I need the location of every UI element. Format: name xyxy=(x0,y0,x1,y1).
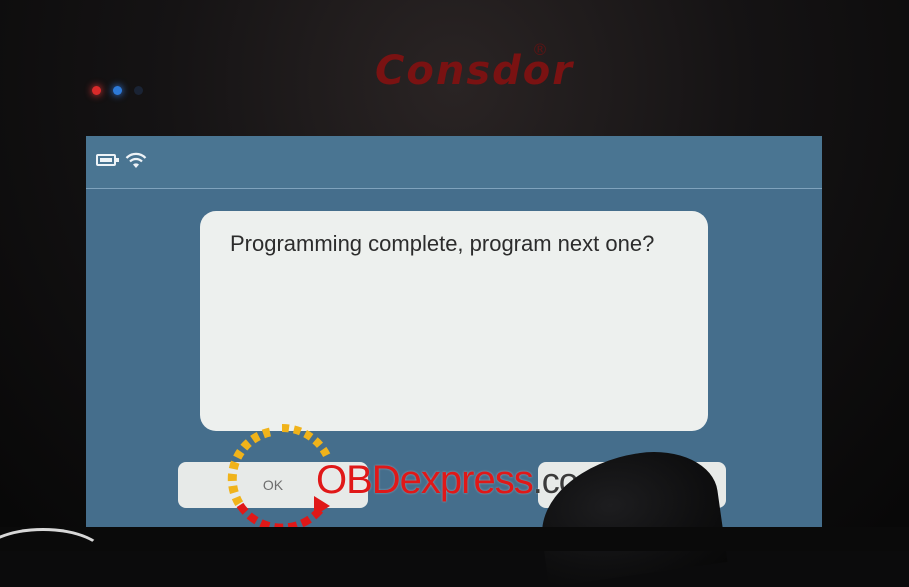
dialog-message: Programming complete, program next one? xyxy=(230,231,655,256)
battery-icon xyxy=(96,154,119,166)
confirm-dialog: Programming complete, program next one? xyxy=(200,211,708,431)
device-bottom-edge xyxy=(0,527,909,551)
wifi-icon xyxy=(125,152,147,168)
registered-mark: ® xyxy=(532,40,548,59)
device-frame: Consdor ® Programming complete, program … xyxy=(0,0,909,587)
watermark-brand: OBDexpress xyxy=(316,458,534,502)
status-led xyxy=(113,86,122,95)
brand-logo: Consdor xyxy=(375,48,574,94)
power-led xyxy=(92,86,101,95)
status-bar xyxy=(86,136,822,189)
indicator-led xyxy=(134,86,143,95)
